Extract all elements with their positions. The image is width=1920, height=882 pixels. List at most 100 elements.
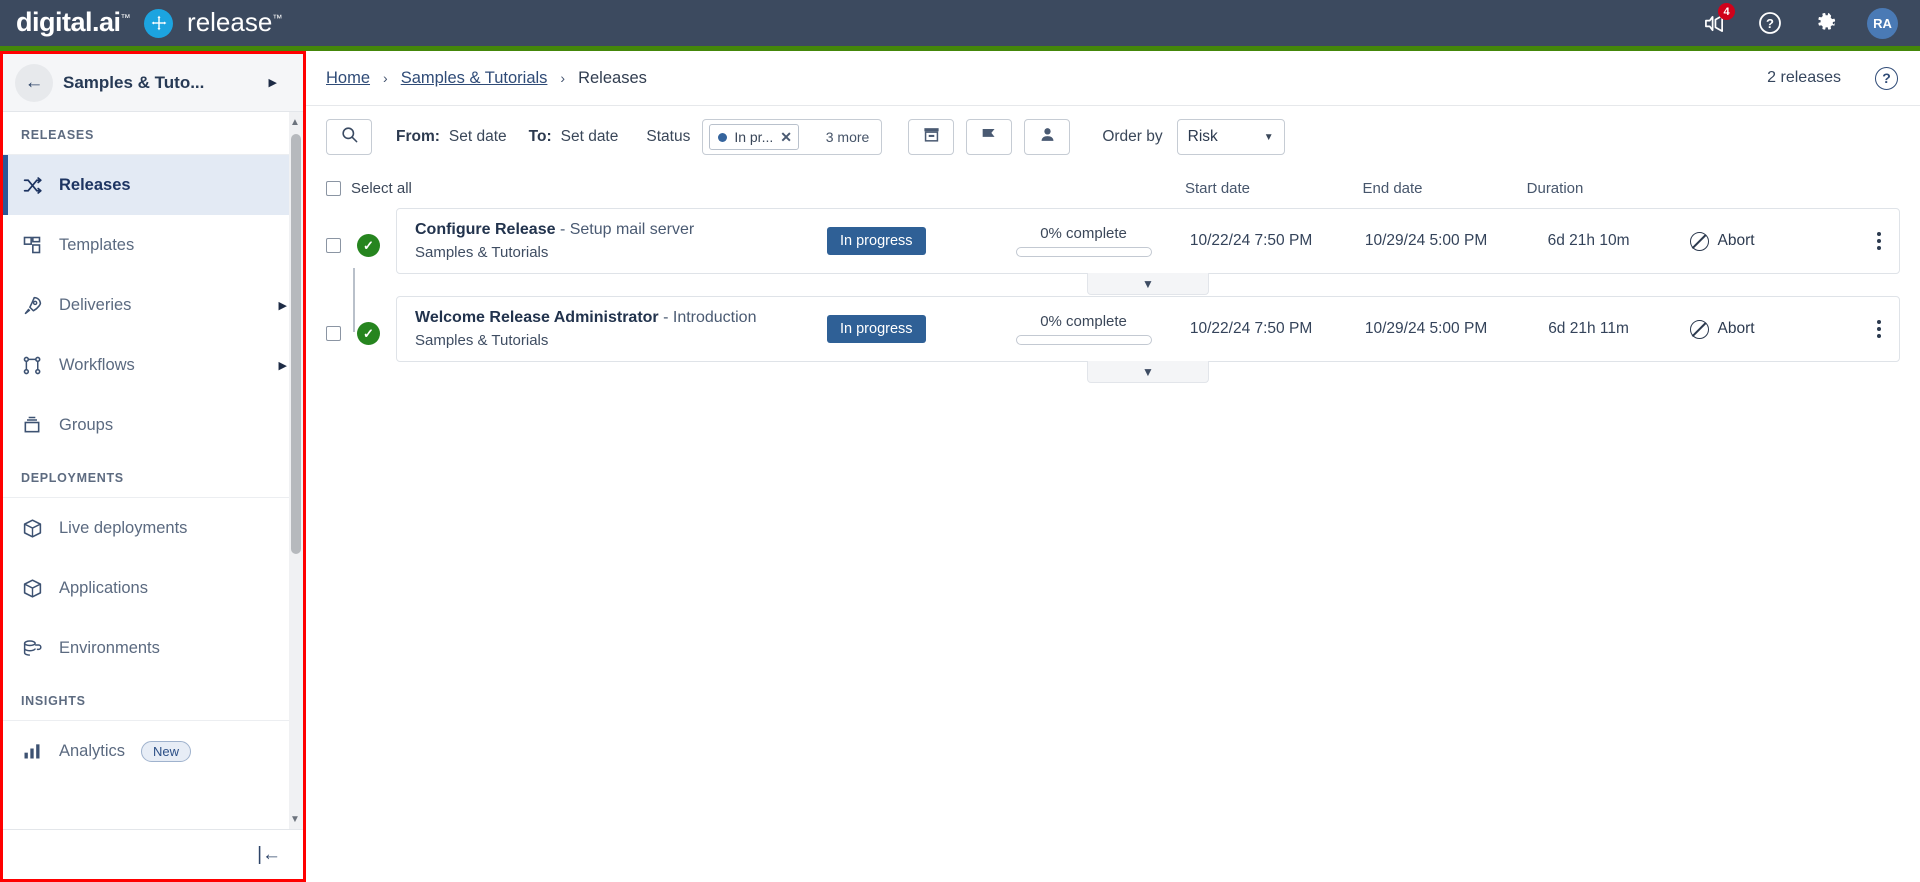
release-name: Welcome Release Administrator [415,309,659,326]
breadcrumb-samples-tutorials[interactable]: Samples & Tutorials [401,69,548,88]
column-header-end-date: End date [1362,179,1423,197]
status-check-icon: ✓ [357,234,380,257]
release-card[interactable]: Configure Release - Setup mail server Sa… [396,208,1900,295]
app-root: digital.ai™ release™ 4 ? RA ← Samples & … [0,0,1920,882]
column-header-duration: Duration [1526,179,1584,197]
progress-label: 0% complete [1040,225,1127,242]
table-row[interactable]: ✓ Welcome Release Administrator - Introd… [326,296,1900,383]
avatar[interactable]: RA [1867,7,1898,39]
table-row[interactable]: ✓ Configure Release - Setup mail server … [326,208,1900,295]
groups-icon [21,414,43,436]
sidebar-item-releases[interactable]: Releases [3,155,303,215]
sidebar-item-label: Groups [59,415,114,434]
status-dot-icon [718,132,728,142]
back-arrow-icon[interactable]: ← [15,63,53,102]
status-chip[interactable]: In pr... ✕ [709,124,799,150]
breadcrumb-bar: Home › Samples & Tutorials › Releases 2 … [306,51,1920,106]
sidebar-scrollbar-thumb[interactable] [291,134,301,554]
start-date-value: 10/22/24 7:50 PM [1189,232,1313,249]
release-card[interactable]: Welcome Release Administrator - Introduc… [396,296,1900,383]
release-subtitle: - Setup mail server [559,221,695,238]
row-checkbox[interactable] [326,326,341,341]
sidebar-item-label: Workflows [59,355,135,374]
to-label: To: [528,128,552,145]
sidebar-highlight-border: ← Samples & Tuto... ▶ RELEASES Releases [0,51,306,882]
orderby-select[interactable]: Risk ▼ [1176,119,1285,155]
expand-row-button[interactable]: ▼ [1087,273,1209,295]
sidebar-item-label: Releases [59,175,131,194]
sidebar-item-applications[interactable]: Applications [3,558,303,618]
cube-icon [21,517,43,539]
sidebar-scroll-area: RELEASES Releases Templates Deliveries ▶… [3,112,303,829]
release-folder: Samples & Tutorials [415,244,549,261]
from-date-field[interactable]: Set date [449,128,507,146]
abort-button[interactable]: Abort [1689,231,1800,251]
filter-toolbar: From: Set date To: Set date Status In pr… [306,106,1920,168]
status-more-link[interactable]: 3 more [826,129,876,145]
from-label: From: [396,128,440,145]
sidebar-item-groups[interactable]: Groups [3,395,303,455]
new-badge: New [141,740,192,762]
progress-block: 0% complete [1004,225,1164,257]
sidebar-item-deliveries[interactable]: Deliveries ▶ [3,275,303,335]
status-chip-label: In pr... [734,129,774,145]
bar-chart-icon [21,740,43,762]
megaphone-icon[interactable]: 4 [1699,3,1735,38]
to-date-field[interactable]: Set date [561,128,619,146]
chevron-down-icon: ▼ [1263,131,1274,143]
row-menu-icon[interactable] [1877,320,1881,338]
sidebar-item-analytics[interactable]: Analytics New [3,721,303,781]
scroll-down-arrow-icon[interactable]: ▼ [289,812,301,826]
top-header: digital.ai™ release™ 4 ? RA [0,0,1920,46]
person-filter-button[interactable] [1024,119,1071,155]
breadcrumb-right: 2 releases ? [1767,66,1898,90]
flag-filter-button[interactable] [966,119,1013,155]
person-icon [1038,125,1057,149]
gear-icon[interactable] [1811,8,1841,38]
sidebar-item-label: Templates [59,235,135,254]
column-header-start-date: Start date [1184,179,1251,197]
close-icon[interactable]: ✕ [780,129,792,146]
digitalai-text: digital.ai [16,6,121,37]
row-menu-icon[interactable] [1877,232,1881,250]
start-date-value: 10/22/24 7:50 PM [1189,320,1313,337]
sidebar-item-label: Applications [59,578,148,597]
sidebar-item-live-deployments[interactable]: Live deployments [3,498,303,558]
sidebar-item-workflows[interactable]: Workflows ▶ [3,335,303,395]
help-icon[interactable]: ? [1875,66,1898,90]
select-all-checkbox[interactable] [326,180,341,196]
status-filter-box[interactable]: In pr... ✕ 3 more [702,119,883,155]
chevron-right-icon[interactable]: ▶ [269,76,291,89]
release-title: Welcome Release Administrator - Introduc… [415,309,827,327]
select-all-label: Select all [351,179,412,197]
search-button[interactable] [326,119,372,155]
collapse-sidebar-icon[interactable]: |← [257,844,281,866]
expand-row-button[interactable]: ▼ [1087,361,1209,383]
release-wordmark: release™ [187,9,282,35]
breadcrumb-releases: Releases [578,68,647,87]
ban-icon [1689,231,1709,251]
rocket-icon [21,294,43,316]
main-content: Home › Samples & Tutorials › Releases 2 … [306,51,1920,882]
chevron-right-icon: › [383,70,388,86]
chevron-right-icon: › [560,70,566,86]
sidebar-context-header: ← Samples & Tuto... ▶ [3,54,303,112]
help-icon[interactable]: ? [1755,8,1785,38]
breadcrumb-home[interactable]: Home [326,69,370,88]
abort-button[interactable]: Abort [1689,319,1800,339]
row-checkbox[interactable] [326,238,341,253]
scroll-up-arrow-icon[interactable]: ▲ [289,115,301,129]
sidebar-item-environments[interactable]: Environments [3,618,303,678]
sidebar-footer: |← [3,829,303,879]
progress-bar [1015,335,1152,345]
duration-value: 6d 21h 10m [1547,232,1630,249]
sidebar-item-templates[interactable]: Templates [3,215,303,275]
search-icon [340,125,359,149]
svg-text:?: ? [1766,16,1774,31]
sidebar-scrollbar[interactable]: ▲ ▼ [289,112,303,829]
archive-filter-button[interactable] [908,119,955,155]
ban-icon [1689,319,1709,339]
chevron-right-icon[interactable]: ▶ [279,359,287,372]
chevron-right-icon[interactable]: ▶ [279,299,287,312]
brand-logo[interactable]: digital.ai™ release™ [0,6,282,38]
